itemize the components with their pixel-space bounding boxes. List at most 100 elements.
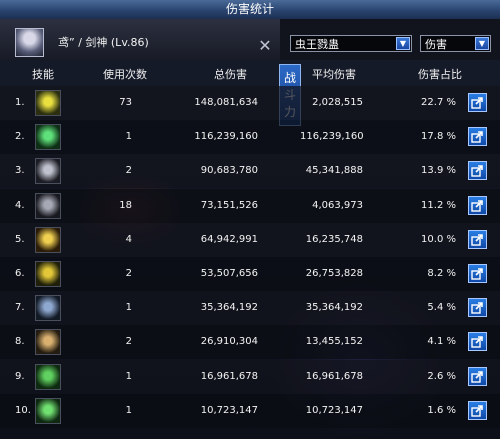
character-name: 鸢” / 剑神 (Lv.86) [58,36,149,49]
row-total-damage: 148,081,634 [194,97,258,108]
column-header-skill: 技能 [32,68,54,81]
share-icon [471,370,483,383]
skill-6-icon [35,261,61,287]
target-select[interactable]: 虫王戮蛊 ▼ [290,35,412,52]
row-uses: 18 [119,199,132,211]
table-row: 9. 1 16,961,678 16,961,678 2.6 % [0,359,500,394]
share-button[interactable] [468,366,487,386]
row-damage-share: 1.6 % [427,404,456,416]
share-icon [471,302,483,314]
row-avg-damage: 35,364,192 [305,302,363,314]
row-rank: 4. [15,199,25,211]
share-icon [471,199,483,212]
row-avg-damage: 10,723,147 [305,404,363,416]
skill-7-icon [35,295,61,322]
row-uses: 1 [125,131,132,143]
skill-1-icon [35,90,61,116]
table-row: 4. 18 73,151,526 4,063,973 11.2 % [0,188,500,223]
row-avg-damage: 26,753,828 [305,268,363,279]
table-header: 技能 使用次数 总伤害 平均伤害 伤害占比 [0,64,500,86]
skill-5-icon [35,226,61,253]
row-uses: 2 [125,268,132,279]
row-avg-damage: 13,455,152 [305,336,363,348]
metric-select[interactable]: 伤害 ▼ [420,35,491,52]
row-total-damage: 35,364,192 [200,302,258,314]
skill-8-icon [35,329,61,356]
row-uses: 1 [125,370,132,382]
table-row: 5. 4 64,942,991 16,235,748 10.0 % [0,222,500,257]
chevron-down-icon: ▼ [396,37,410,50]
close-button[interactable]: ✕ [257,38,273,54]
row-rank: 5. [15,233,25,245]
row-rank: 1. [15,97,25,108]
row-uses: 2 [125,165,132,177]
row-rank: 7. [15,302,25,314]
share-button[interactable] [468,229,487,249]
table-row: 7. 1 35,364,192 35,364,192 5.4 % [0,291,500,326]
share-button[interactable] [468,93,487,112]
share-icon [471,404,483,417]
table-row: 2. 1 116,239,160 116,239,160 17.8 % [0,120,500,155]
chevron-down-icon: ▼ [475,37,489,50]
row-avg-damage: 45,341,888 [305,165,363,177]
window-title-bar: 伤害统计 [0,0,500,20]
row-total-damage: 90,683,780 [200,165,258,177]
row-uses: 1 [125,404,132,416]
row-uses: 1 [125,302,132,314]
row-total-damage: 53,507,656 [200,268,258,279]
row-damage-share: 5.4 % [427,302,456,314]
metric-select-value: 伤害 [425,38,447,51]
row-avg-damage: 16,235,748 [305,233,363,245]
share-button[interactable] [468,264,487,283]
table-row: 1. 73 148,081,634 2,028,515 22.7 % [0,86,500,120]
row-rank: 10. [15,404,31,416]
share-button[interactable] [468,127,487,147]
row-total-damage: 73,151,526 [200,199,258,211]
share-icon [471,97,483,109]
share-icon [471,131,483,143]
row-rank: 3. [15,165,25,177]
share-button[interactable] [468,195,487,215]
row-uses: 73 [119,97,132,108]
row-total-damage: 116,239,160 [194,131,258,143]
row-uses: 4 [125,233,132,245]
row-damage-share: 4.1 % [427,336,456,348]
column-header-total: 总伤害 [214,68,247,81]
row-damage-share: 13.9 % [421,165,456,177]
row-total-damage: 16,961,678 [200,370,258,382]
share-icon [471,165,483,178]
column-header-uses: 使用次数 [103,68,147,81]
share-button[interactable] [468,400,487,420]
row-uses: 2 [125,336,132,348]
row-avg-damage: 2,028,515 [312,97,363,108]
row-avg-damage: 4,063,973 [312,199,363,211]
row-damage-share: 17.8 % [421,131,456,143]
row-total-damage: 26,910,304 [200,336,258,348]
row-total-damage: 10,723,147 [200,404,258,416]
table-row: 3. 2 90,683,780 45,341,888 13.9 % [0,154,500,189]
share-icon [471,336,483,349]
share-button[interactable] [468,298,487,318]
table-row: 8. 2 26,910,304 13,455,152 4.1 % [0,325,500,360]
row-rank: 8. [15,336,25,348]
row-total-damage: 64,942,991 [200,233,258,245]
row-rank: 2. [15,131,25,143]
skill-2-icon [35,124,61,151]
share-button[interactable] [468,332,487,352]
column-header-pct: 伤害占比 [418,68,462,81]
character-avatar [15,28,44,57]
row-damage-share: 8.2 % [427,268,456,279]
window-title: 伤害统计 [225,2,274,16]
skill-3-icon [35,158,61,185]
table-row: 10. 1 10,723,147 10,723,147 1.6 % [0,393,500,428]
row-damage-share: 22.7 % [421,97,456,108]
share-button[interactable] [468,161,487,181]
row-avg-damage: 116,239,160 [300,131,364,143]
column-header-avg: 平均伤害 [312,68,356,81]
row-avg-damage: 16,961,678 [305,370,363,382]
share-icon [471,233,483,246]
skill-4-icon [35,192,61,219]
row-damage-share: 10.0 % [421,233,456,245]
row-rank: 9. [15,370,25,382]
skill-10-icon [35,397,61,424]
